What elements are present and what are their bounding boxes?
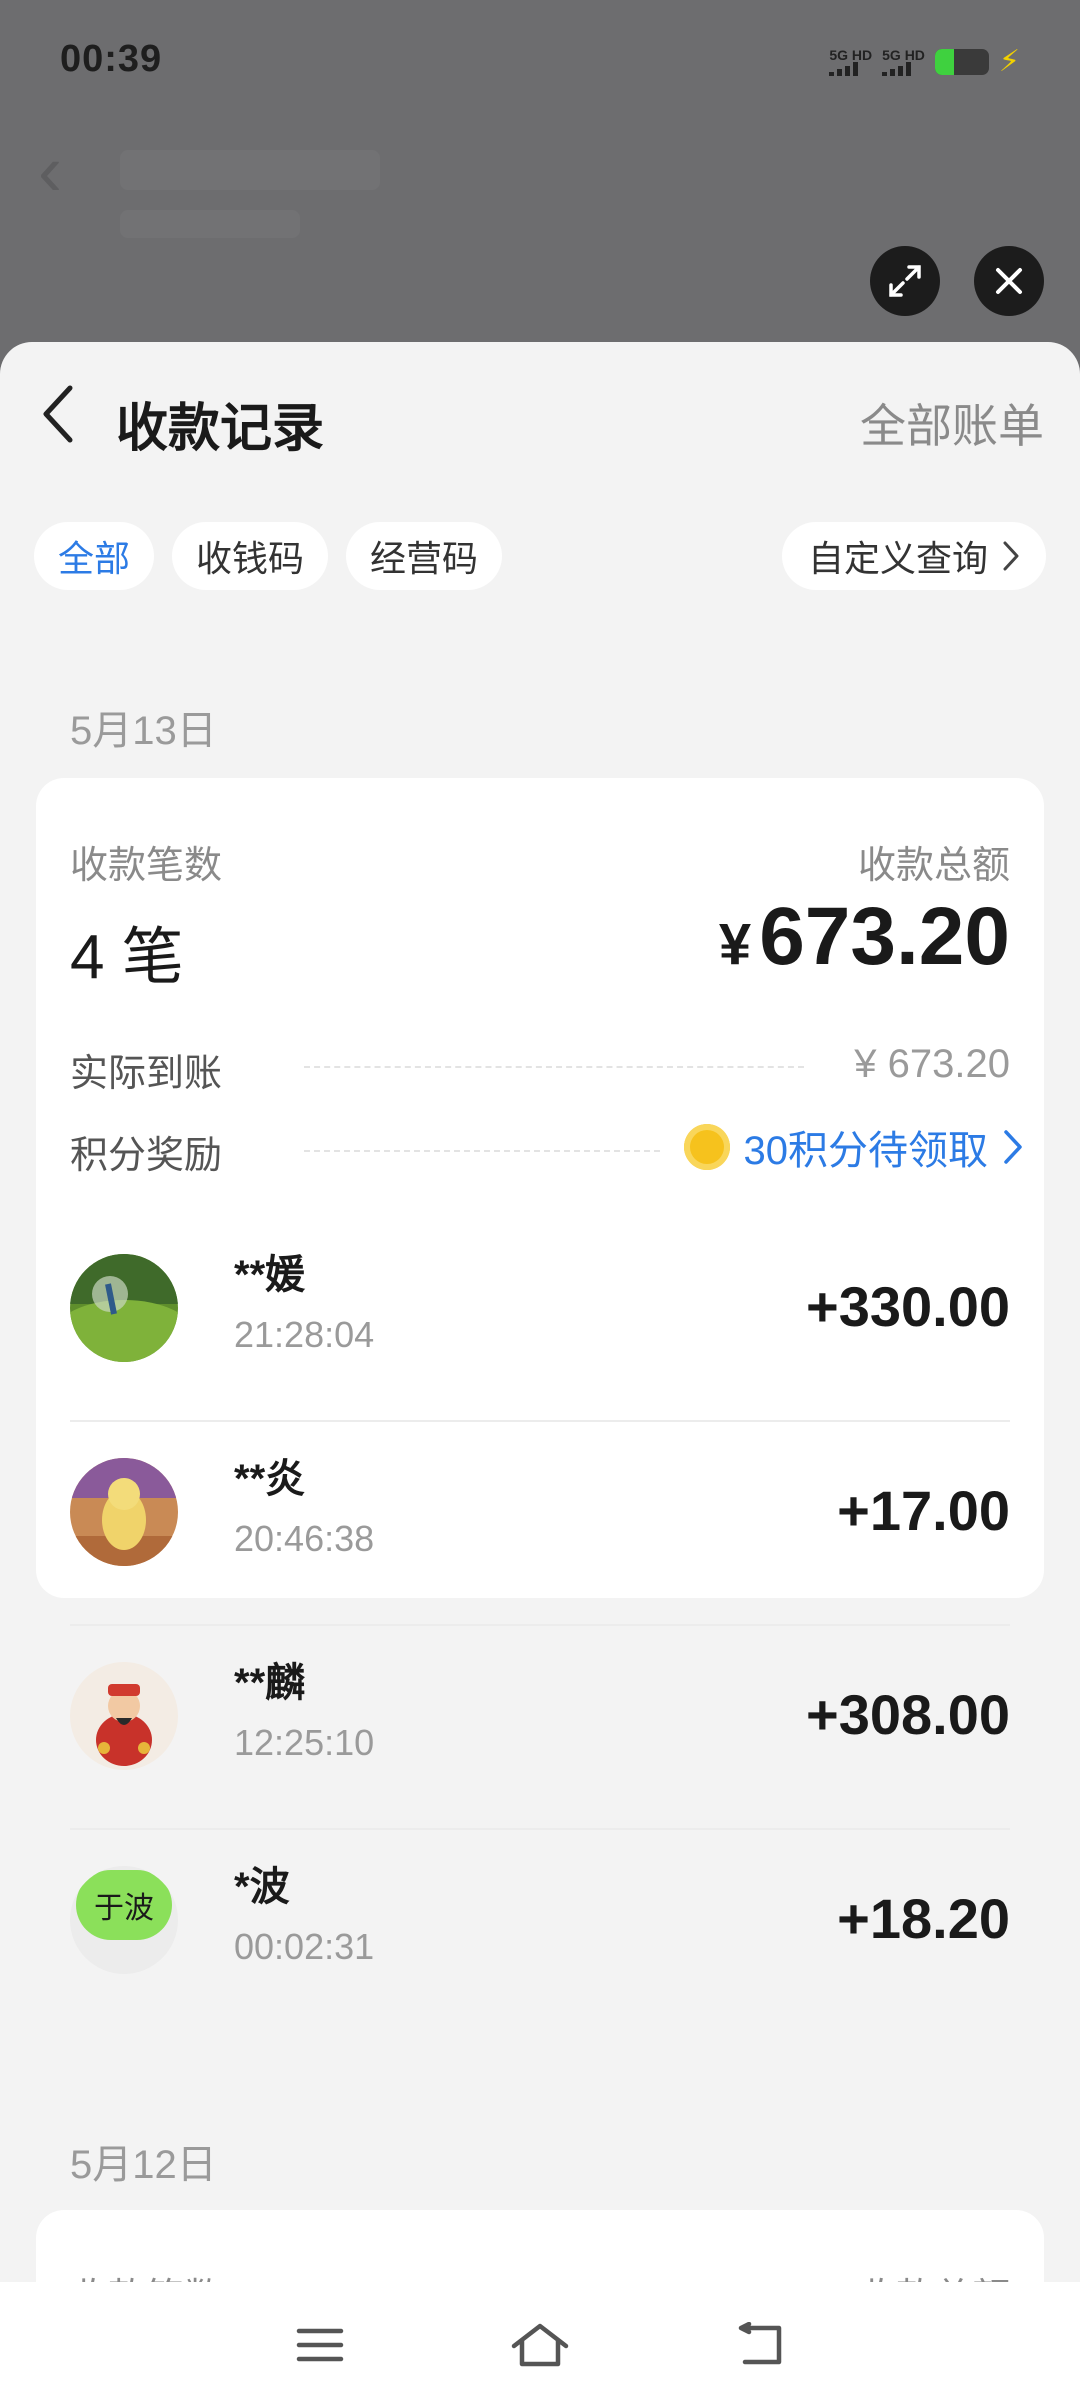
payer-name: **炎 xyxy=(234,1457,306,1501)
payment-records-sheet: 收款记录 全部账单 全部 收钱码 经营码 自定义查询 5月13日 收款笔数 收款… xyxy=(0,342,1080,2282)
signal-bars-icon xyxy=(829,61,859,76)
filter-chip-qr[interactable]: 收钱码 xyxy=(172,522,329,590)
status-time: 00:39 xyxy=(60,38,163,80)
points-reward-label: 积分奖励 xyxy=(70,1135,223,1177)
payment-time: 20:46:38 xyxy=(234,1518,375,1559)
signal-sim1: 5G HD xyxy=(829,48,872,76)
status-icons: 5G HD 5G HD ⚡ xyxy=(829,44,1020,79)
date-header: 5月12日 xyxy=(70,2143,217,2187)
battery-level xyxy=(934,48,954,75)
expand-button[interactable] xyxy=(870,246,940,316)
filter-chip-all[interactable]: 全部 xyxy=(34,522,155,590)
avatar-cat xyxy=(70,1458,178,1566)
battery-icon xyxy=(934,48,989,75)
coin-icon xyxy=(683,1124,730,1170)
payment-amount: +18.20 xyxy=(837,1887,1010,1950)
background-blurred-text xyxy=(120,210,300,238)
dimmed-background: 00:39 5G HD 5G HD ⚡ ‹ xyxy=(0,0,1080,360)
network-type-label: 5G HD xyxy=(829,46,873,63)
actual-received-amount: ¥ 673.20 xyxy=(854,1042,1010,1086)
menu-icon xyxy=(296,2328,344,2362)
chevron-right-icon xyxy=(1004,1130,1022,1164)
close-button[interactable] xyxy=(974,246,1044,316)
expand-icon xyxy=(889,265,921,297)
payment-total: ¥ 673.20 xyxy=(719,890,1010,984)
transaction-row[interactable]: **炎 20:46:38 +17.00 xyxy=(70,1422,1010,1626)
payment-amount: +308.00 xyxy=(806,1683,1010,1746)
background-blurred-text xyxy=(120,150,380,190)
payer-name: *波 xyxy=(234,1865,290,1909)
transaction-row[interactable]: **媛 21:28:04 +330.00 xyxy=(70,1218,1010,1422)
dashed-divider xyxy=(304,1150,660,1152)
bolt-icon: ⚡ xyxy=(998,45,1020,78)
payment-amount: +330.00 xyxy=(806,1275,1010,1338)
day-summary-card: 收款笔数 收款总额 xyxy=(36,2210,1044,2282)
filter-chips: 全部 收钱码 经营码 xyxy=(34,522,503,590)
chevron-left-icon xyxy=(43,385,73,443)
payment-time: 00:02:31 xyxy=(234,1926,375,1967)
count-label: 收款笔数 xyxy=(70,845,223,887)
custom-query-label: 自定义查询 xyxy=(807,538,988,579)
avatar-text: 于波 xyxy=(70,1866,178,1974)
points-reward-link[interactable]: 30积分待领取 xyxy=(683,1118,1025,1176)
dashed-divider xyxy=(304,1066,804,1068)
day-summary-card: 收款笔数 收款总额 4 笔 ¥ 673.20 实际到账 ¥ 673.20 积分奖… xyxy=(36,778,1044,1974)
payment-amount: +17.00 xyxy=(837,1479,1010,1542)
back-icon xyxy=(738,2322,782,2365)
payer-name: **麟 xyxy=(234,1661,306,1705)
points-reward-text: 30积分待领取 xyxy=(743,1129,989,1173)
chevron-right-icon xyxy=(1003,541,1019,571)
avatar-fortune-god xyxy=(70,1662,178,1770)
all-bills-link[interactable]: 全部账单 xyxy=(860,390,1044,456)
background-back-icon: ‹ xyxy=(38,131,62,211)
signal-sim2: 5G HD xyxy=(882,48,925,76)
close-icon xyxy=(996,268,1022,294)
back-button[interactable] xyxy=(36,382,80,446)
payer-name: **媛 xyxy=(234,1253,306,1297)
home-button[interactable] xyxy=(500,2305,580,2385)
system-navigation-bar xyxy=(0,2282,1080,2408)
total-amount: 673.20 xyxy=(759,891,1010,982)
transaction-row[interactable]: 于波 *波 00:02:31 +18.20 xyxy=(70,1830,1010,2034)
date-header: 5月13日 xyxy=(70,709,217,753)
custom-query-button[interactable]: 自定义查询 xyxy=(781,522,1046,590)
filter-chip-business[interactable]: 经营码 xyxy=(346,522,503,590)
avatar-peacock xyxy=(70,1254,178,1362)
network-type-label: 5G HD xyxy=(882,46,925,63)
actual-received-label: 实际到账 xyxy=(70,1053,223,1095)
count-label: 收款笔数 xyxy=(70,2266,222,2282)
home-icon xyxy=(511,2323,569,2367)
back-nav-button[interactable] xyxy=(720,2305,800,2385)
menu-button[interactable] xyxy=(280,2305,360,2385)
signal-bars-icon xyxy=(882,61,912,76)
transaction-row[interactable]: **麟 12:25:10 +308.00 xyxy=(70,1626,1010,1830)
total-label: 收款总额 xyxy=(858,2266,1010,2282)
currency-symbol: ¥ xyxy=(718,912,752,977)
page-title: 收款记录 xyxy=(116,400,325,458)
total-label: 收款总额 xyxy=(857,845,1010,887)
payment-time: 21:28:04 xyxy=(234,1314,375,1355)
payment-time: 12:25:10 xyxy=(234,1722,375,1763)
avatar-name-text: 于波 xyxy=(76,1870,172,1940)
payment-count: 4 笔 xyxy=(70,923,184,992)
